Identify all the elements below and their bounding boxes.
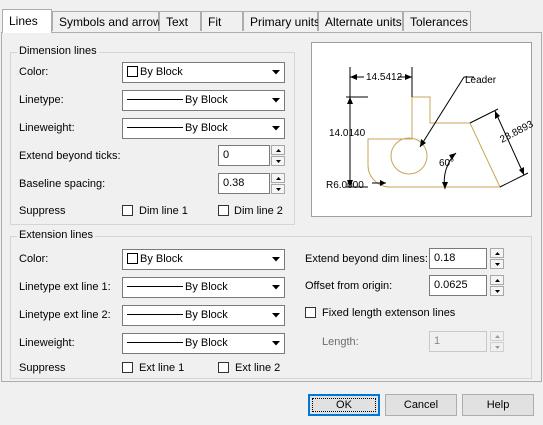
spin-up-icon[interactable] — [490, 275, 504, 285]
preview-dim-diag: 23.8893 — [498, 119, 533, 146]
linetype-ext-line-2-select[interactable]: By Block — [122, 305, 285, 326]
dimension-linetype-value-wrap: By Block — [127, 94, 228, 106]
dimension-linetype-label: Linetype: — [19, 94, 64, 106]
dimension-lineweight-select[interactable]: By Block — [122, 118, 285, 139]
baseline-spacing-label: Baseline spacing: — [19, 178, 106, 190]
preview-dim-top: 14.5412 — [366, 72, 403, 83]
extend-beyond-dim-lines-spinner[interactable]: 0.18 — [429, 248, 505, 269]
preview-leader: Leader — [465, 75, 497, 86]
extension-lineweight-select[interactable]: By Block — [122, 333, 285, 354]
dimension-lineweight-label: Lineweight: — [19, 122, 75, 134]
preview-dim-left: 14.0140 — [329, 128, 366, 139]
lt2-value: By Block — [185, 309, 228, 321]
extend-beyond-dim-lines-label: Extend beyond dim lines: — [305, 253, 428, 265]
lt1-value: By Block — [185, 281, 228, 293]
preview-geometry — [367, 96, 501, 188]
spin-down-icon[interactable] — [271, 184, 285, 194]
line-sample — [127, 286, 183, 287]
extend-beyond-ticks-label: Extend beyond ticks: — [19, 150, 121, 162]
ext-lineweight-value: By Block — [185, 337, 228, 349]
linetype-ext-line-2-label: Linetype ext line 2: — [19, 309, 111, 321]
offset-from-origin-label: Offset from origin: — [305, 280, 393, 292]
spin-up-icon[interactable] — [271, 173, 285, 183]
dim-line-1-label[interactable]: Dim line 1 — [139, 205, 188, 217]
line-sample — [127, 99, 183, 100]
spin-up-icon[interactable] — [490, 331, 504, 341]
chevron-down-icon[interactable] — [268, 63, 284, 82]
spinner-buttons — [271, 145, 285, 166]
lt2-value-wrap: By Block — [127, 309, 228, 321]
baseline-spacing-spinner[interactable]: 0.38 — [218, 173, 285, 194]
dimension-suppress-label: Suppress — [19, 205, 66, 217]
chevron-down-icon[interactable] — [268, 306, 284, 325]
extend-beyond-ticks-spinner[interactable]: 0 — [218, 145, 285, 166]
offset-from-origin-input[interactable]: 0.0625 — [429, 275, 487, 296]
ext-line-2-checkbox[interactable] — [218, 362, 229, 373]
spin-up-icon[interactable] — [271, 145, 285, 155]
ext-line-1-checkbox[interactable] — [122, 362, 133, 373]
extension-color-label: Color: — [19, 253, 49, 265]
extend-beyond-dim-lines-input[interactable]: 0.18 — [429, 248, 487, 269]
preview-arrows — [347, 74, 524, 189]
dimension-linetype-value: By Block — [185, 94, 228, 106]
extension-color-value-wrap: By Block — [127, 253, 183, 265]
linetype-ext-line-1-select[interactable]: By Block — [122, 277, 285, 298]
dimension-color-value-wrap: By Block — [127, 66, 183, 78]
dimension-preview: 14.5412 14.0140 23.8893 60° R6.0000 Lead… — [311, 42, 536, 217]
preview-radius: R6.0000 — [326, 180, 364, 191]
preview-dimensions — [346, 67, 529, 190]
dimension-lineweight-value: By Block — [185, 122, 228, 134]
spin-down-icon[interactable] — [490, 259, 504, 269]
length-spinner[interactable]: 1 — [429, 331, 505, 352]
fixed-length-label[interactable]: Fixed length extenson lines — [322, 307, 455, 319]
spin-down-icon[interactable] — [490, 342, 504, 352]
spin-up-icon[interactable] — [490, 248, 504, 258]
chevron-down-icon[interactable] — [268, 91, 284, 110]
color-swatch — [127, 253, 138, 264]
spin-down-icon[interactable] — [271, 156, 285, 166]
extension-color-select[interactable]: By Block — [122, 249, 285, 270]
chevron-down-icon[interactable] — [268, 119, 284, 138]
chevron-down-icon[interactable] — [268, 334, 284, 353]
fixed-length-checkbox[interactable] — [305, 307, 316, 318]
extension-suppress-label: Suppress — [19, 362, 66, 374]
spinner-buttons — [271, 173, 285, 194]
spin-down-icon[interactable] — [490, 286, 504, 296]
length-label: Length: — [322, 336, 359, 348]
spinner-buttons — [490, 331, 504, 352]
chevron-down-icon[interactable] — [268, 278, 284, 297]
dimension-lineweight-value-wrap: By Block — [127, 122, 228, 134]
extension-color-value: By Block — [140, 253, 183, 265]
ext-line-2-label[interactable]: Ext line 2 — [235, 362, 280, 374]
baseline-spacing-input[interactable]: 0.38 — [218, 173, 270, 194]
dimension-linetype-select[interactable]: By Block — [122, 90, 285, 111]
preview-drawing: 14.5412 14.0140 23.8893 60° R6.0000 Lead… — [326, 67, 536, 191]
length-input[interactable]: 1 — [429, 331, 487, 352]
color-swatch — [127, 66, 138, 77]
dim-line-1-checkbox[interactable] — [122, 205, 133, 216]
dimension-color-value: By Block — [140, 66, 183, 78]
line-sample — [127, 314, 183, 315]
linetype-ext-line-1-label: Linetype ext line 1: — [19, 281, 111, 293]
dimension-color-select[interactable]: By Block — [122, 62, 285, 83]
dim-line-2-label[interactable]: Dim line 2 — [234, 205, 283, 217]
spinner-buttons — [490, 248, 504, 269]
line-sample — [127, 342, 183, 343]
ext-line-1-label[interactable]: Ext line 1 — [139, 362, 184, 374]
dim-line-2-checkbox[interactable] — [218, 205, 229, 216]
dimension-color-label: Color: — [19, 66, 49, 78]
offset-from-origin-spinner[interactable]: 0.0625 — [429, 275, 505, 296]
extension-lineweight-label: Lineweight: — [19, 337, 75, 349]
lt1-value-wrap: By Block — [127, 281, 228, 293]
ext-lineweight-value-wrap: By Block — [127, 337, 228, 349]
preview-angle: 60° — [439, 158, 454, 169]
line-sample — [127, 127, 183, 128]
spinner-buttons — [490, 275, 504, 296]
extend-beyond-ticks-input[interactable]: 0 — [218, 145, 270, 166]
chevron-down-icon[interactable] — [268, 250, 284, 269]
